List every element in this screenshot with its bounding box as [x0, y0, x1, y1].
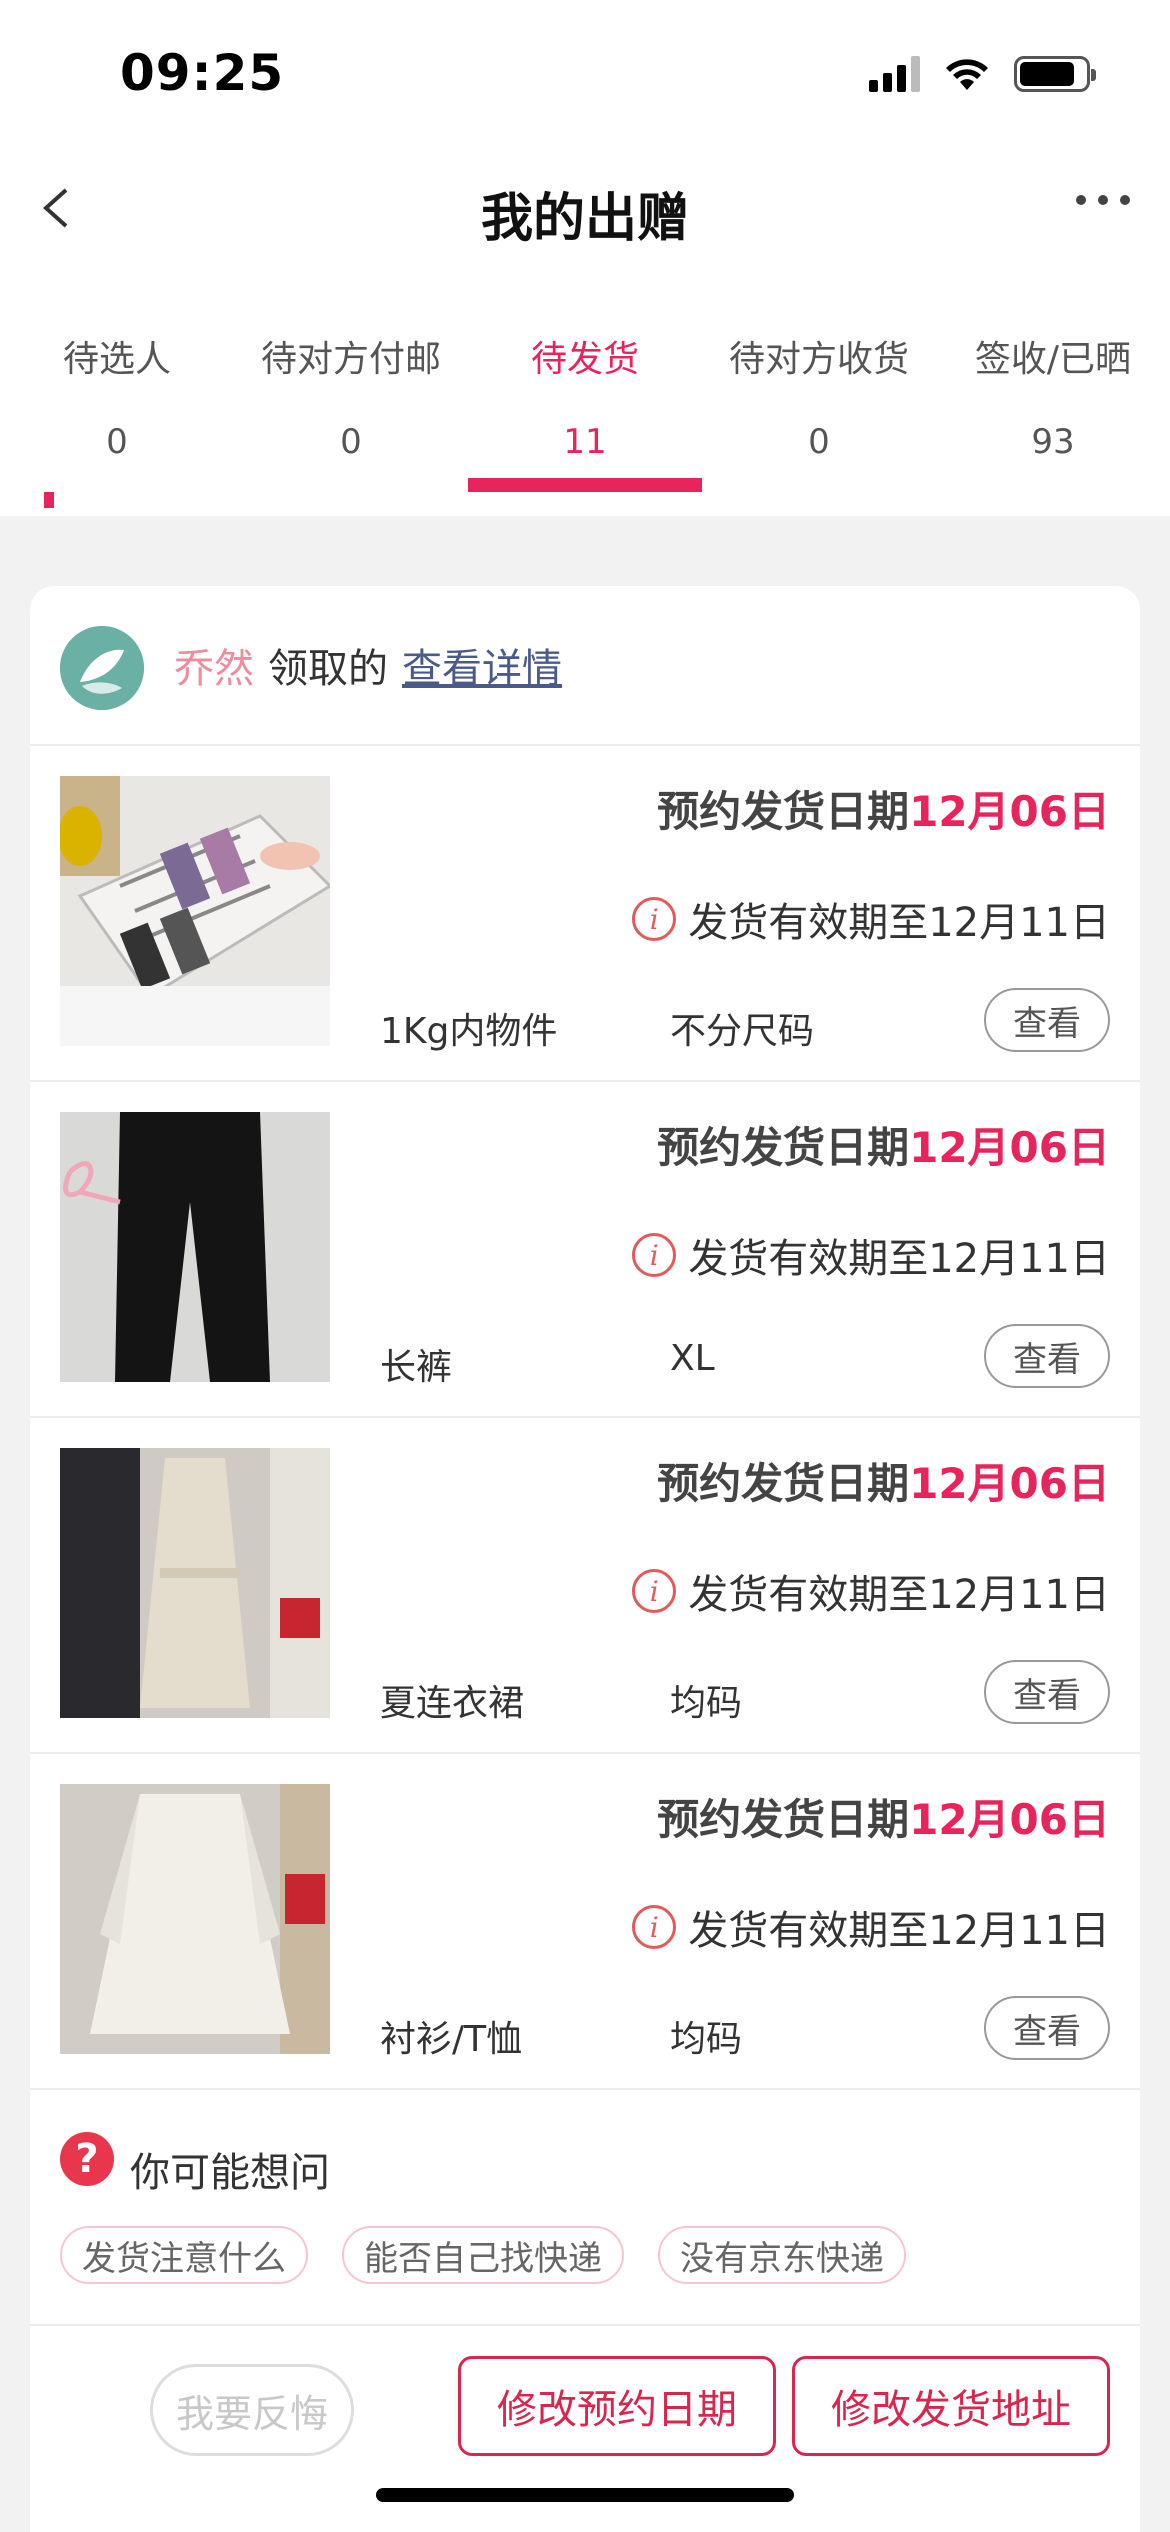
ship-date-value: 12月06日 [909, 1795, 1110, 1844]
tab-label: 待发货 [530, 339, 639, 380]
tab-pending-postage[interactable]: 待对方付邮 0 [234, 300, 468, 492]
item-size: 不分尺码 [670, 1011, 815, 1052]
item-name: 1Kg内物件 [380, 1011, 558, 1052]
item-photo[interactable] [60, 1112, 330, 1382]
list-item: 预约发货日期12月06日 i 发货有效期至12月11日 衬衫/T恤 均码 查看 [30, 1754, 1140, 2090]
info-icon: i [632, 1569, 677, 1613]
item-size: 均码 [670, 1683, 743, 1724]
faq-chips: 发货注意什么 能否自己找快递 没有京东快递 [60, 2226, 906, 2284]
ship-date-value: 12月06日 [909, 1459, 1110, 1508]
faq-chip[interactable]: 能否自己找快递 [342, 2226, 624, 2284]
view-button[interactable]: 查看 [984, 1324, 1110, 1388]
info-icon: i [632, 1233, 677, 1277]
status-tabs: 待选人 0 待对方付邮 0 待发货 11 待对方收货 0 签收/已晒 93 [0, 300, 1170, 492]
ship-date-value: 12月06日 [909, 1123, 1110, 1172]
item-name: 衬衫/T恤 [380, 2019, 523, 2060]
validity-text: 发货有效期至12月11日 [688, 1908, 1110, 1954]
item-name: 长裤 [380, 1347, 453, 1388]
validity-line: i 发货有效期至12月11日 [632, 1898, 1110, 1956]
question-icon: ? [60, 2132, 114, 2186]
tab-label: 待对方收货 [728, 339, 909, 380]
scrolled-section-header [0, 492, 1170, 516]
scheduled-ship-date: 预约发货日期12月06日 [657, 1114, 1110, 1175]
battery-icon [1014, 56, 1096, 92]
cellular-signal-icon [869, 56, 920, 92]
receiver-line: 乔然 领取的 查看详情 [174, 636, 562, 694]
tab-pending-shipment[interactable]: 待发货 11 [468, 300, 702, 492]
validity-text: 发货有效期至12月11日 [688, 1572, 1110, 1618]
tab-count: 0 [808, 422, 830, 462]
section-accent-bar [44, 492, 54, 508]
regret-button[interactable]: 我要反悔 [150, 2364, 354, 2456]
action-bar: 我要反悔 修改预约日期 修改发货地址 [30, 2326, 1140, 2492]
scheduled-ship-date: 预约发货日期12月06日 [657, 1450, 1110, 1511]
ship-date-label: 预约发货日期 [657, 1123, 910, 1172]
tab-received[interactable]: 签收/已晒 93 [936, 300, 1170, 492]
tab-pending-receipt[interactable]: 待对方收货 0 [702, 300, 936, 492]
tab-label: 待选人 [62, 339, 171, 380]
validity-text: 发货有效期至12月11日 [688, 1236, 1110, 1282]
status-time: 09:25 [120, 44, 285, 102]
nav-bar: 我的出赠 [0, 150, 1170, 300]
ship-date-label: 预约发货日期 [657, 1459, 910, 1508]
faq-section: ? 你可能想问 发货注意什么 能否自己找快递 没有京东快递 [30, 2090, 1140, 2326]
received-text: 领取的 [268, 646, 388, 692]
card-header: 乔然 领取的 查看详情 [30, 586, 1140, 746]
view-button[interactable]: 查看 [984, 988, 1110, 1052]
shipment-card: 乔然 领取的 查看详情 预约发货日期12月06日 i 发货有效期至12月11日 … [30, 586, 1140, 2532]
item-size: XL [670, 1338, 715, 1379]
more-options-icon[interactable] [1076, 195, 1130, 205]
list-item: 预约发货日期12月06日 i 发货有效期至12月11日 夏连衣裙 均码 查看 [30, 1418, 1140, 1754]
avatar[interactable] [60, 626, 144, 710]
list-item: 预约发货日期12月06日 i 发货有效期至12月11日 1Kg内物件 不分尺码 … [30, 746, 1140, 1082]
view-button[interactable]: 查看 [984, 1660, 1110, 1724]
view-details-link[interactable]: 查看详情 [402, 636, 562, 694]
ship-date-label: 预约发货日期 [657, 787, 910, 836]
item-size: 均码 [670, 2019, 743, 2060]
change-address-button[interactable]: 修改发货地址 [792, 2356, 1110, 2456]
status-icons [869, 56, 1096, 92]
validity-line: i 发货有效期至12月11日 [632, 890, 1110, 948]
change-date-button[interactable]: 修改预约日期 [458, 2356, 776, 2456]
info-icon: i [632, 897, 677, 941]
tab-count: 11 [563, 422, 607, 462]
page-title: 我的出赠 [480, 189, 689, 249]
status-bar: 09:25 [0, 0, 1170, 150]
tab-label: 签收/已晒 [974, 339, 1132, 380]
ship-date-value: 12月06日 [909, 787, 1110, 836]
ship-date-label: 预约发货日期 [657, 1795, 910, 1844]
view-button[interactable]: 查看 [984, 1996, 1110, 2060]
tab-label: 待对方付邮 [260, 339, 441, 380]
item-photo[interactable] [60, 1784, 330, 2054]
faq-chip[interactable]: 发货注意什么 [60, 2226, 308, 2284]
item-photo[interactable] [60, 1448, 330, 1718]
tab-pending-select[interactable]: 待选人 0 [0, 300, 234, 492]
scheduled-ship-date: 预约发货日期12月06日 [657, 778, 1110, 839]
list-item: 预约发货日期12月06日 i 发货有效期至12月11日 长裤 XL 查看 [30, 1082, 1140, 1418]
faq-chip[interactable]: 没有京东快递 [658, 2226, 906, 2284]
validity-text: 发货有效期至12月11日 [688, 900, 1110, 946]
faq-title: 你可能想问 [130, 2150, 330, 2196]
item-photo[interactable] [60, 776, 330, 1046]
validity-line: i 发货有效期至12月11日 [632, 1226, 1110, 1284]
info-icon: i [632, 1905, 677, 1949]
scheduled-ship-date: 预约发货日期12月06日 [657, 1786, 1110, 1847]
wifi-icon [946, 59, 988, 90]
home-indicator[interactable] [376, 2488, 794, 2502]
receiver-name[interactable]: 乔然 [174, 636, 254, 694]
tab-count: 0 [106, 422, 128, 462]
item-name: 夏连衣裙 [380, 1683, 525, 1724]
tab-count: 93 [1031, 422, 1075, 462]
tab-count: 0 [340, 422, 362, 462]
validity-line: i 发货有效期至12月11日 [632, 1562, 1110, 1620]
